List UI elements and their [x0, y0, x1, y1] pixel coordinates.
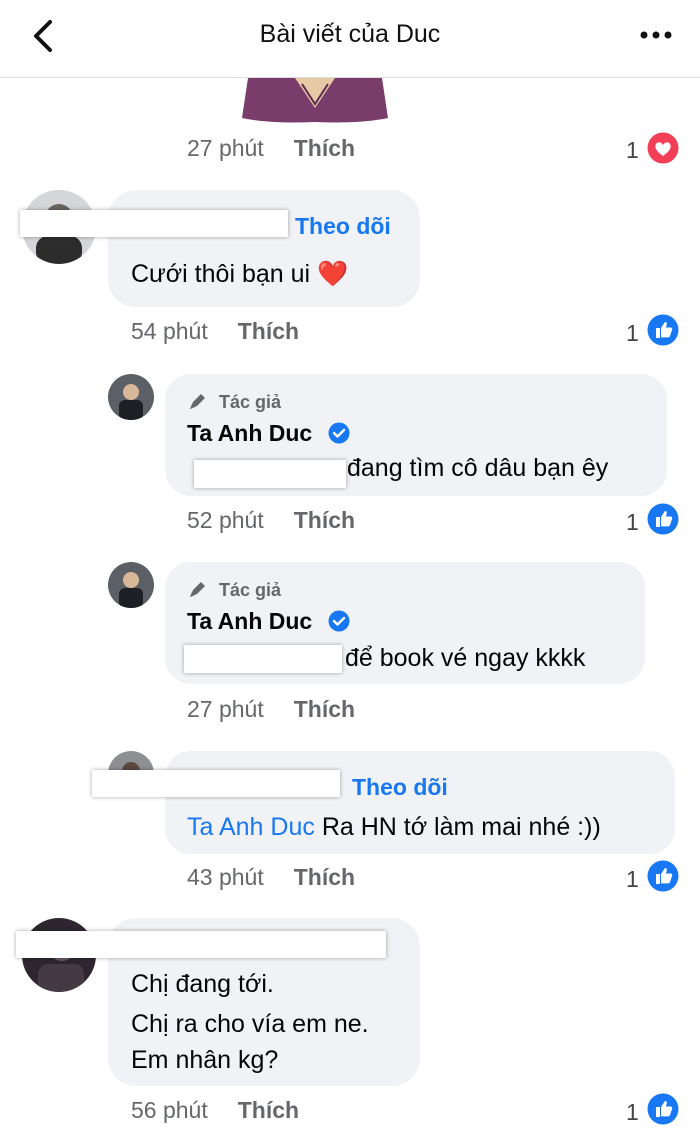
comment-meta: 43 phút Thích: [187, 864, 355, 891]
comment-bubble: Theo dõi Ta Anh Duc Ra HN tớ làm mai nhé…: [165, 751, 675, 854]
like-button[interactable]: Thích: [294, 135, 355, 161]
reaction-count: 1: [626, 137, 639, 163]
comment-text: Cưới thôi bạn ui ❤️: [131, 260, 349, 288]
comment-meta: 52 phút Thích: [187, 507, 355, 534]
comment-meta: 56 phút Thích: [131, 1097, 299, 1124]
like-button[interactable]: Thích: [238, 1097, 299, 1123]
redaction-box: [184, 645, 342, 673]
sticker-image: [242, 78, 388, 123]
verified-badge-icon: [328, 610, 350, 632]
mentioned-user[interactable]: Ta Anh Duc: [187, 813, 315, 841]
comment-time: 27 phút: [187, 135, 264, 161]
top-bar: Bài viết của Duc: [0, 0, 700, 78]
author-avatar[interactable]: [108, 374, 154, 420]
comment-text-line: Chị ra cho vía em ne.: [131, 1010, 369, 1038]
comment-bubble: Theo dõi Cưới thôi bạn ui ❤️: [108, 190, 420, 307]
more-options-icon[interactable]: [640, 30, 672, 40]
author-badge-icon: [190, 394, 205, 409]
comment-meta: 27 phút Thích: [187, 135, 355, 162]
comment-time: 54 phút: [131, 318, 208, 344]
redaction-box: [92, 770, 340, 797]
like-button[interactable]: Thích: [294, 864, 355, 890]
author-badge-icon: [190, 582, 205, 597]
comment-meta: 54 phút Thích: [131, 318, 299, 345]
author-label: Tác giả: [219, 580, 282, 600]
author-label: Tác giả: [219, 392, 282, 412]
comment-time: 56 phút: [131, 1097, 208, 1123]
comment-text-line: Em nhân kg?: [131, 1046, 279, 1074]
redaction-box: [20, 210, 288, 237]
like-reaction-icon: [647, 860, 679, 892]
follow-link[interactable]: Theo dõi: [352, 774, 448, 801]
reaction-count: 1: [626, 320, 639, 346]
author-name[interactable]: Ta Anh Duc: [187, 420, 312, 447]
author-name[interactable]: Ta Anh Duc: [187, 608, 312, 635]
comment-time: 52 phút: [187, 507, 264, 533]
like-button[interactable]: Thích: [238, 318, 299, 344]
like-button[interactable]: Thích: [294, 696, 355, 722]
like-reaction-icon: [647, 314, 679, 346]
comment-text: Ta Anh Duc Ra HN tớ làm mai nhé :)): [187, 813, 601, 841]
heart-reaction-icon: [647, 132, 679, 164]
comment-text: để book vé ngay kkkk: [345, 644, 586, 672]
redaction-box: [16, 931, 386, 958]
author-avatar[interactable]: [108, 562, 154, 608]
reaction-count: 1: [626, 1099, 639, 1125]
reaction-count: 1: [626, 866, 639, 892]
comment-time: 27 phút: [187, 696, 264, 722]
comment-time: 43 phút: [187, 864, 264, 890]
verified-badge-icon: [328, 422, 350, 444]
follow-link[interactable]: Theo dõi: [295, 213, 391, 240]
like-button[interactable]: Thích: [294, 507, 355, 533]
comment-meta: 27 phút Thích: [187, 696, 355, 723]
redaction-box: [194, 460, 346, 488]
like-reaction-icon: [647, 503, 679, 535]
like-reaction-icon: [647, 1093, 679, 1125]
comment-text-line: Chị đang tới.: [131, 970, 274, 998]
comment-text: đang tìm cô dâu bạn êy: [347, 454, 609, 482]
page-title: Bài viết của Duc: [259, 20, 441, 48]
reaction-count: 1: [626, 509, 639, 535]
